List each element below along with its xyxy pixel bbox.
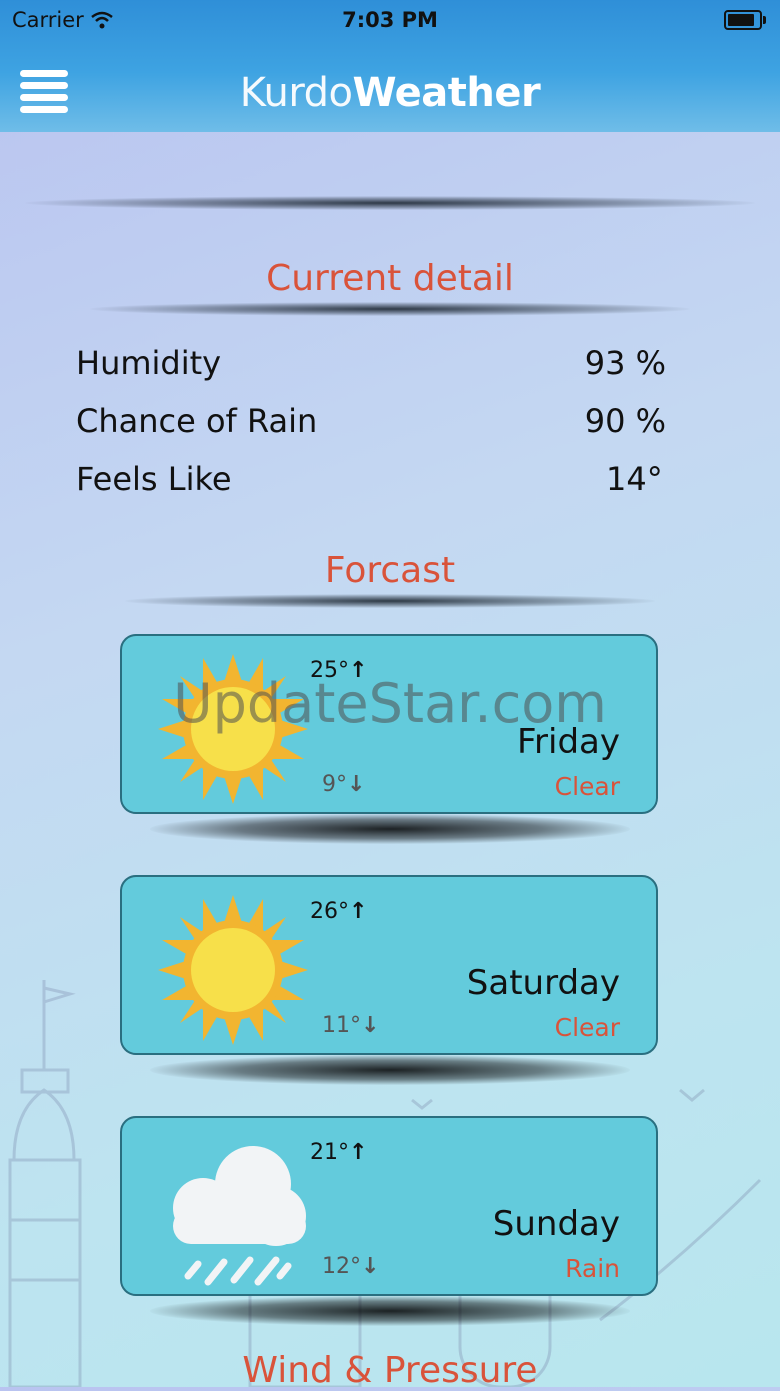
arrow-down-icon: ↓ <box>347 772 366 797</box>
status-time: 7:03 PM <box>342 8 438 32</box>
low-temp: 9°↓ <box>322 772 365 797</box>
low-temp: 11°↓ <box>322 1013 379 1038</box>
detail-row-humidity: Humidity 93 % <box>76 344 666 394</box>
forecast-card-sunday[interactable]: 21°↑ 12°↓ Sunday Rain <box>120 1116 658 1296</box>
condition-label: Clear <box>554 1013 620 1042</box>
detail-label: Feels Like <box>76 460 232 498</box>
forecast-title: Forcast <box>324 550 456 591</box>
high-temp-value: 21° <box>310 1140 349 1165</box>
sun-icon <box>158 654 308 804</box>
arrow-down-icon: ↓ <box>361 1254 380 1279</box>
card-shadow <box>150 1055 630 1085</box>
low-temp-value: 11° <box>322 1013 361 1038</box>
day-name: Friday <box>516 722 620 762</box>
low-temp-value: 12° <box>322 1254 361 1279</box>
app-title: KurdoWeather <box>0 70 780 116</box>
detail-label: Humidity <box>76 344 222 382</box>
battery-icon <box>724 10 766 30</box>
card-shadow <box>150 814 630 844</box>
forecast-card-friday[interactable]: 25°↑ 9°↓ Friday Clear <box>120 634 658 814</box>
arrow-down-icon: ↓ <box>361 1013 380 1038</box>
current-detail-title: Current detail <box>266 258 514 299</box>
arrow-up-icon: ↑ <box>349 899 368 924</box>
rain-cloud-icon <box>173 1146 306 1286</box>
condition-label: Clear <box>554 772 620 801</box>
app-title-part1: Kurdo <box>239 70 353 116</box>
high-temp: 25°↑ <box>310 658 367 683</box>
detail-row-chance-of-rain: Chance of Rain 90 % <box>76 402 666 452</box>
divider <box>90 302 690 316</box>
arrow-up-icon: ↑ <box>349 658 368 683</box>
low-temp: 12°↓ <box>322 1254 379 1279</box>
arrow-up-icon: ↑ <box>349 1140 368 1165</box>
day-name: Sunday <box>492 1204 620 1244</box>
divider <box>125 594 655 608</box>
detail-label: Chance of Rain <box>76 402 318 440</box>
detail-value: 93 % <box>584 344 666 382</box>
high-temp-value: 26° <box>310 899 349 924</box>
detail-value: 90 % <box>584 402 666 440</box>
forecast-card-saturday[interactable]: 26°↑ 11°↓ Saturday Clear <box>120 875 658 1055</box>
sun-icon <box>158 895 308 1045</box>
high-temp-value: 25° <box>310 658 349 683</box>
high-temp: 21°↑ <box>310 1140 367 1165</box>
detail-row-feels-like: Feels Like 14° <box>76 460 666 510</box>
divider <box>25 196 755 210</box>
detail-value: 14° <box>606 460 663 498</box>
high-temp: 26°↑ <box>310 899 367 924</box>
condition-label: Rain <box>565 1254 620 1283</box>
day-name: Saturday <box>466 963 620 1003</box>
app-title-part2: Weather <box>352 70 541 116</box>
wind-pressure-title: Wind & Pressure <box>242 1350 538 1391</box>
card-shadow <box>150 1296 630 1326</box>
status-bar: Carrier 7:03 PM <box>0 0 780 40</box>
low-temp-value: 9° <box>322 772 347 797</box>
